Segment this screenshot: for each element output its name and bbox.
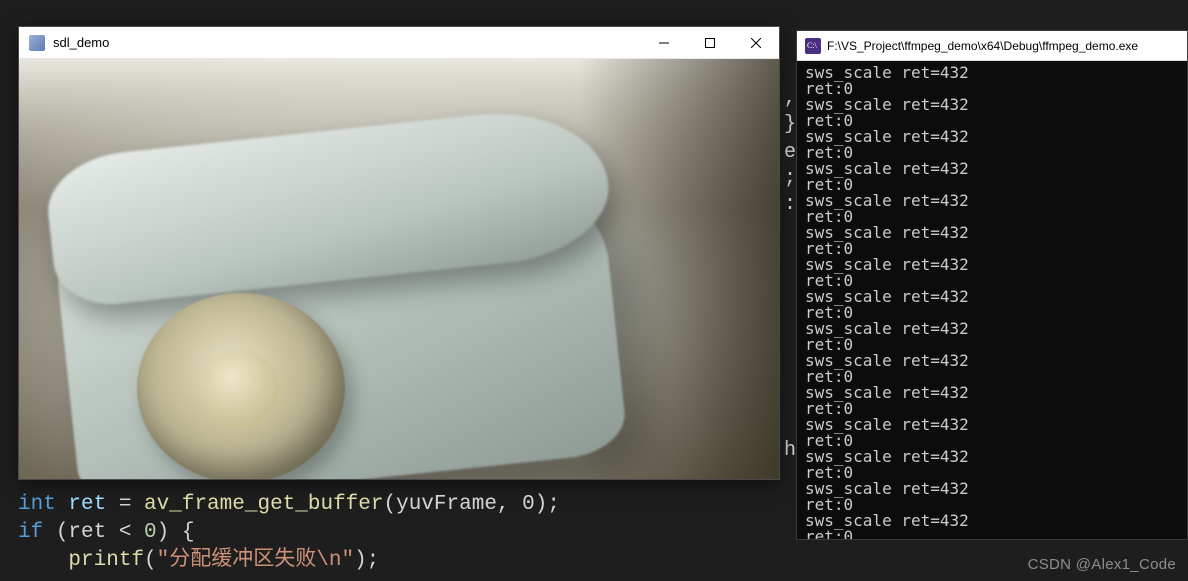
sdl-video-frame <box>19 59 779 479</box>
editor-line-b2: if (ret < 0) { <box>18 521 194 544</box>
sdl-title: sdl_demo <box>53 35 641 50</box>
close-button[interactable] <box>733 27 779 59</box>
editor-line-b1: int ret = av_frame_get_buffer(yuvFrame, … <box>18 493 560 516</box>
console-titlebar[interactable]: F:\VS_Project\ffmpeg_demo\x64\Debug\ffmp… <box>797 31 1187 61</box>
watermark-text: CSDN @Alex1_Code <box>1028 556 1176 573</box>
sdl-app-icon <box>29 35 45 51</box>
code-frag-semi: ; <box>784 166 796 192</box>
sdl-window: sdl_demo <box>18 26 780 480</box>
console-title: F:\VS_Project\ffmpeg_demo\x64\Debug\ffmp… <box>827 39 1181 53</box>
code-frag-brace: } <box>784 112 796 138</box>
phone-dial-shape <box>137 293 345 479</box>
console-app-icon <box>805 38 821 54</box>
code-frag-colon: : <box>784 192 796 218</box>
maximize-button[interactable] <box>687 27 733 59</box>
sdl-titlebar[interactable]: sdl_demo <box>19 27 779 59</box>
minimize-button[interactable] <box>641 27 687 59</box>
editor-line-b3: printf("分配缓冲区失败\n"); <box>18 549 379 572</box>
code-frag-h: h <box>784 438 796 464</box>
code-frag-comma: , <box>784 86 796 112</box>
console-window: F:\VS_Project\ffmpeg_demo\x64\Debug\ffmp… <box>796 30 1188 540</box>
console-output[interactable]: sws_scale ret=432 ret:0 sws_scale ret=43… <box>797 61 1187 539</box>
code-frag-e: e <box>784 140 796 166</box>
